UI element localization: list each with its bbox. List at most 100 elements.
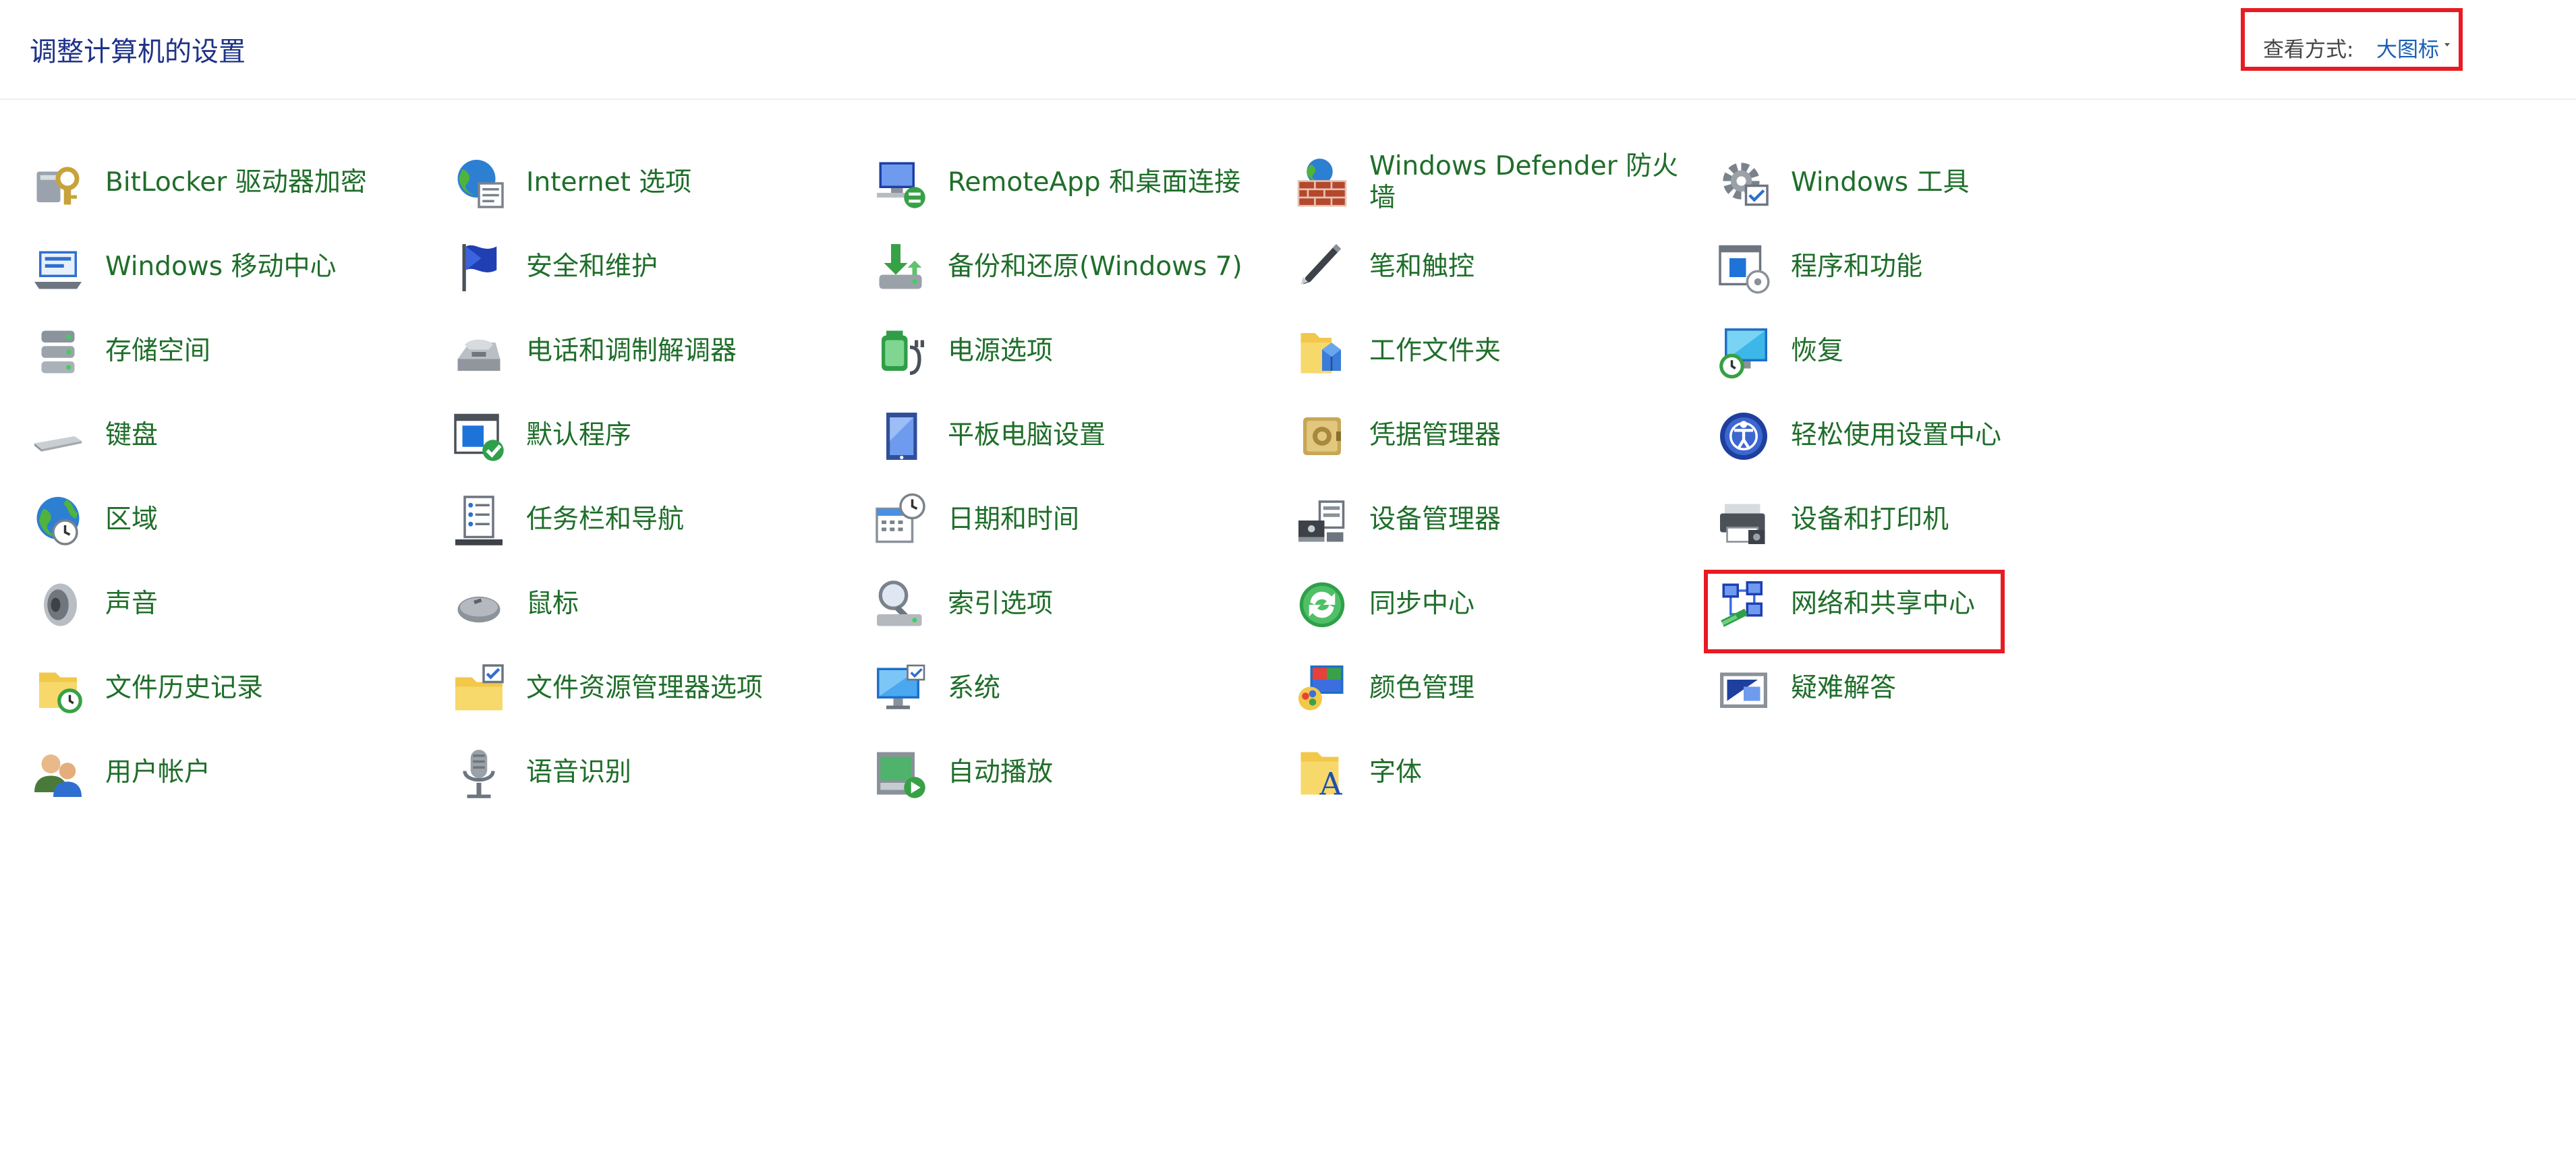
credential-manager-icon bbox=[1294, 408, 1350, 465]
control-panel-item-keyboard[interactable]: 键盘 bbox=[30, 398, 434, 473]
control-panel-item-label: 区域 bbox=[105, 504, 159, 535]
control-panel-item-label: 电话和调制解调器 bbox=[526, 335, 737, 366]
control-panel-item-windows-tools[interactable]: Windows 工具 bbox=[1715, 146, 2120, 220]
control-panel-item-user-accounts[interactable]: 用户帐户 bbox=[30, 736, 434, 810]
bitlocker-icon bbox=[30, 155, 86, 212]
control-panel-item-label: 字体 bbox=[1369, 756, 1423, 788]
devices-printers-icon bbox=[1715, 492, 1772, 549]
system-icon bbox=[872, 661, 929, 717]
control-panel-item-label: 自动播放 bbox=[948, 756, 1054, 788]
control-panel-item-work-folders[interactable]: 工作文件夹 bbox=[1294, 314, 1698, 388]
control-panel-item-sound[interactable]: 声音 bbox=[30, 567, 434, 641]
control-panel-item-pen-touch[interactable]: 笔和触控 bbox=[1294, 230, 1698, 304]
control-panel-item-label: BitLocker 驱动器加密 bbox=[105, 167, 367, 198]
svg-text:A: A bbox=[1319, 767, 1343, 802]
control-panel-item-label: 笔和触控 bbox=[1369, 251, 1475, 282]
mouse-icon bbox=[451, 576, 507, 633]
user-accounts-icon bbox=[30, 745, 86, 802]
autoplay-icon bbox=[872, 745, 929, 802]
control-panel-item-ease-of-access[interactable]: 轻松使用设置中心 bbox=[1715, 398, 2120, 473]
control-panel-item-label: 程序和功能 bbox=[1791, 251, 1923, 282]
control-panel-item-region[interactable]: 区域 bbox=[30, 483, 434, 557]
view-by-label: 查看方式: bbox=[2263, 38, 2354, 62]
control-panel-item-color-management[interactable]: 颜色管理 bbox=[1294, 651, 1698, 725]
control-panel-item-label: Internet 选项 bbox=[526, 167, 692, 198]
control-panel-item-default-programs[interactable]: 默认程序 bbox=[451, 398, 855, 473]
control-panel-item-sync-center[interactable]: 同步中心 bbox=[1294, 567, 1698, 641]
control-panel-item-label: 轻松使用设置中心 bbox=[1791, 419, 2002, 450]
control-panel-item-programs-features[interactable]: 程序和功能 bbox=[1715, 230, 2120, 304]
page-title: 调整计算机的设置 bbox=[30, 36, 246, 67]
control-panel-item-indexing-options[interactable]: 索引选项 bbox=[872, 567, 1277, 641]
control-panel-item-security-maintenance[interactable]: 安全和维护 bbox=[451, 230, 855, 304]
color-management-icon bbox=[1294, 661, 1350, 717]
backup-restore-icon bbox=[872, 239, 929, 296]
control-panel-item-label: 默认程序 bbox=[526, 419, 632, 450]
default-programs-icon bbox=[451, 408, 507, 465]
control-panel-item-label: 平板电脑设置 bbox=[948, 419, 1106, 450]
file-explorer-options-icon bbox=[451, 661, 507, 717]
control-panel-item-label: 声音 bbox=[105, 588, 159, 619]
ease-of-access-icon bbox=[1715, 408, 1772, 465]
power-options-icon bbox=[872, 324, 929, 380]
control-panel-item-remoteapp[interactable]: RemoteApp 和桌面连接 bbox=[872, 146, 1277, 220]
control-panel-item-label: 任务栏和导航 bbox=[526, 504, 685, 535]
control-panel-item-label: 用户帐户 bbox=[105, 756, 211, 788]
control-panel-item-speech-recognition[interactable]: 语音识别 bbox=[451, 736, 855, 810]
fonts-icon: A bbox=[1294, 745, 1350, 802]
control-panel-item-label: 工作文件夹 bbox=[1369, 335, 1501, 366]
work-folders-icon bbox=[1294, 324, 1350, 380]
control-panel-item-label: 系统 bbox=[948, 672, 1001, 703]
control-panel-item-system[interactable]: 系统 bbox=[872, 651, 1277, 725]
control-panel-item-label: 键盘 bbox=[105, 419, 159, 450]
file-history-icon bbox=[30, 661, 86, 717]
programs-features-icon bbox=[1715, 239, 1772, 296]
control-panel-item-mobility-center[interactable]: Windows 移动中心 bbox=[30, 230, 434, 304]
control-panel-item-credential-manager[interactable]: 凭据管理器 bbox=[1294, 398, 1698, 473]
dropdown-caret-icon[interactable] bbox=[2444, 43, 2450, 47]
control-panel-item-label: 网络和共享中心 bbox=[1791, 588, 1976, 619]
control-panel-item-label: Windows 工具 bbox=[1791, 167, 1970, 198]
control-panel-item-label: 设备管理器 bbox=[1369, 504, 1501, 535]
control-panel-item-fonts[interactable]: A 字体 bbox=[1294, 736, 1698, 810]
control-panel-item-power-options[interactable]: 电源选项 bbox=[872, 314, 1277, 388]
sound-icon bbox=[30, 576, 86, 633]
control-panel-item-phone-modem[interactable]: 电话和调制解调器 bbox=[451, 314, 855, 388]
control-panel-item-label: Windows 移动中心 bbox=[105, 251, 337, 282]
control-panel-item-date-time[interactable]: 日期和时间 bbox=[872, 483, 1277, 557]
control-panel-item-backup-restore[interactable]: 备份和还原(Windows 7) bbox=[872, 230, 1277, 304]
view-by-dropdown[interactable]: 大图标 bbox=[2376, 32, 2439, 63]
control-panel-item-label: Windows Defender 防火墙 bbox=[1369, 151, 1679, 213]
control-panel-item-internet-options[interactable]: Internet 选项 bbox=[451, 146, 855, 220]
region-icon bbox=[30, 492, 86, 549]
control-panel-item-network-sharing[interactable]: 网络和共享中心 bbox=[1715, 567, 2120, 641]
control-panel-item-autoplay[interactable]: 自动播放 bbox=[872, 736, 1277, 810]
control-panel-item-label: 凭据管理器 bbox=[1369, 419, 1501, 450]
control-panel-item-recovery[interactable]: 恢复 bbox=[1715, 314, 2120, 388]
control-panel-item-label: 同步中心 bbox=[1369, 588, 1475, 619]
control-panel-item-device-manager[interactable]: 设备管理器 bbox=[1294, 483, 1698, 557]
control-panel-item-bitlocker[interactable]: BitLocker 驱动器加密 bbox=[30, 146, 434, 220]
taskbar-navigation-icon bbox=[451, 492, 507, 549]
keyboard-icon bbox=[30, 408, 86, 465]
internet-options-icon bbox=[451, 155, 507, 212]
phone-modem-icon bbox=[451, 324, 507, 380]
control-panel-item-mouse[interactable]: 鼠标 bbox=[451, 567, 855, 641]
control-panel-item-storage-spaces[interactable]: 存储空间 bbox=[30, 314, 434, 388]
control-panel-item-tablet-settings[interactable]: 平板电脑设置 bbox=[872, 398, 1277, 473]
control-panel-item-label: 文件历史记录 bbox=[105, 672, 264, 703]
control-panel-item-file-explorer-options[interactable]: 文件资源管理器选项 bbox=[451, 651, 855, 725]
control-panel-item-label: 索引选项 bbox=[948, 588, 1054, 619]
control-panel-item-taskbar-navigation[interactable]: 任务栏和导航 bbox=[451, 483, 855, 557]
control-panel-item-troubleshooting[interactable]: 疑难解答 bbox=[1715, 651, 2120, 725]
recovery-icon bbox=[1715, 324, 1772, 380]
control-panel-item-label: 鼠标 bbox=[526, 588, 579, 619]
control-panel-item-file-history[interactable]: 文件历史记录 bbox=[30, 651, 434, 725]
troubleshooting-icon bbox=[1715, 661, 1772, 717]
control-panel-item-firewall[interactable]: Windows Defender 防火墙 bbox=[1294, 146, 1698, 220]
control-panel-item-label: 安全和维护 bbox=[526, 251, 658, 282]
control-panel-item-label: 疑难解答 bbox=[1791, 672, 1897, 703]
control-panel-item-devices-printers[interactable]: 设备和打印机 bbox=[1715, 483, 2120, 557]
speech-recognition-icon bbox=[451, 745, 507, 802]
firewall-icon bbox=[1294, 155, 1350, 212]
